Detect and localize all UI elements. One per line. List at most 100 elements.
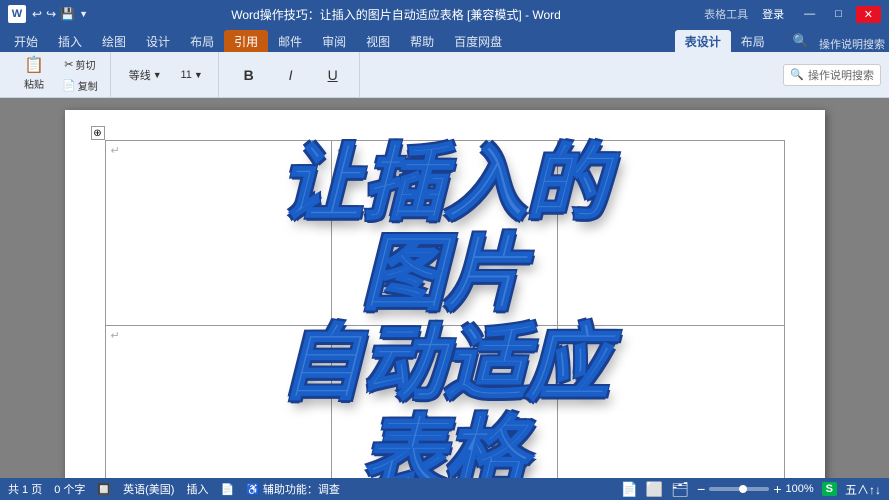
maximize-button[interactable]: □: [829, 6, 848, 22]
search-placeholder: 操作说明搜索: [808, 67, 874, 83]
ribbon-bar: 📋 粘贴 ✂ 剪切 📄 复制 等线 ▼ 11 ▼ B I: [0, 52, 889, 98]
zoom-level: 100%: [786, 483, 814, 495]
table-cell-1-3[interactable]: ↵: [558, 141, 784, 326]
ribbon-label: 表格工具: [704, 6, 748, 22]
tab-baidu[interactable]: 百度网盘: [444, 30, 512, 52]
search-box[interactable]: 🔍 操作说明搜索: [783, 64, 881, 86]
title-bar-right: 表格工具 登录 — □ ✕: [704, 4, 881, 24]
zoom-in-button[interactable]: +: [773, 481, 781, 497]
cell-marker: ↵: [563, 144, 572, 157]
title-bar-left: W ↩ ↪ 💾 ▼: [8, 5, 88, 23]
quick-access-toolbar: ↩ ↪ 💾 ▼: [32, 7, 88, 21]
cell-marker: ↵: [337, 144, 346, 157]
insert-mode: 插入: [186, 481, 208, 497]
zoom-control: − + 100%: [697, 481, 814, 497]
check-icon: 🔲: [97, 483, 111, 496]
font-name-dropdown[interactable]: 等线 ▼: [123, 64, 168, 86]
paste-button[interactable]: 📋 粘贴: [16, 55, 52, 94]
paste-label: 粘贴: [24, 76, 44, 91]
tab-references[interactable]: 引用: [224, 30, 268, 52]
redo-icon[interactable]: ↪: [46, 7, 56, 21]
tab-start[interactable]: 开始: [4, 30, 48, 52]
underline-icon: U: [328, 67, 338, 83]
ribbon-tabs-container: 开始 插入 绘图 设计 布局 引用 邮件 审阅 视图 帮助 百度网盘 表设计 布…: [0, 28, 889, 52]
taskbar-icons: 五∧↑↓: [845, 481, 881, 498]
save-icon[interactable]: 💾: [60, 7, 75, 21]
tab-design[interactable]: 设计: [136, 30, 180, 52]
accessibility-label: 辅助功能：调查: [263, 484, 340, 496]
undo-icon[interactable]: ↩: [32, 7, 42, 21]
copy-icon: 📄: [62, 79, 76, 92]
zoom-out-button[interactable]: −: [697, 481, 705, 497]
document-table[interactable]: ↵ ↵ ↵ ↵ ↵ ↵: [105, 140, 785, 478]
tab-table-design[interactable]: 表设计: [675, 30, 731, 52]
close-button[interactable]: ✕: [856, 6, 881, 23]
font-dropdown-icon: ▼: [153, 70, 162, 80]
copy-label: 复制: [78, 78, 98, 93]
table-container[interactable]: ⊕ ↵ ↵ ↵ ↵: [105, 140, 785, 478]
document-page: ⊕ ↵ ↵ ↵ ↵: [65, 110, 825, 478]
minimize-button[interactable]: —: [798, 6, 821, 22]
accessibility: ♿ 辅助功能：调查: [246, 481, 340, 497]
zoom-slider[interactable]: [709, 487, 769, 491]
cell-marker: ↵: [337, 329, 346, 342]
layout-icon: 📄: [220, 483, 234, 496]
cell-marker: ↵: [111, 329, 120, 342]
table-row: ↵ ↵ ↵: [105, 325, 784, 478]
cell-marker: ↵: [111, 144, 120, 157]
status-bar-right: 📄 ⬜ 🗂 − + 100% S 五∧↑↓: [620, 481, 881, 498]
wps-logo: S: [822, 482, 837, 496]
tab-review[interactable]: 审阅: [312, 30, 356, 52]
cut-icon: ✂: [64, 58, 73, 71]
cut-button[interactable]: ✂ 剪切: [58, 55, 102, 74]
table-cell-1-1[interactable]: ↵: [105, 141, 331, 326]
view-icon-3[interactable]: 🗂: [671, 481, 689, 498]
table-row: ↵ ↵ ↵: [105, 141, 784, 326]
word-logo: W: [8, 5, 26, 23]
word-count: 0 个字: [54, 481, 85, 497]
font-name-label: 等线: [129, 67, 151, 83]
bold-button[interactable]: B: [231, 64, 267, 86]
title-bar: W ↩ ↪ 💾 ▼ Word操作技巧：让插入的图片自动适应表格 [兼容模式] -…: [0, 0, 889, 28]
search-area: 🔍 操作说明搜索: [783, 64, 881, 86]
bold-icon: B: [244, 67, 254, 83]
tab-insert[interactable]: 插入: [48, 30, 92, 52]
table-move-handle[interactable]: ⊕: [91, 126, 105, 140]
dropdown-icon[interactable]: ▼: [79, 9, 88, 19]
copy-button[interactable]: 📄 复制: [58, 76, 102, 95]
underline-button[interactable]: U: [315, 64, 351, 86]
window-title: Word操作技巧：让插入的图片自动适应表格 [兼容模式] - Word: [88, 6, 704, 23]
italic-icon: I: [289, 67, 293, 83]
cut-label: 剪切: [75, 57, 95, 72]
search-label: 操作说明搜索: [819, 36, 885, 52]
font-size-label: 11: [180, 69, 191, 81]
tab-help[interactable]: 帮助: [400, 30, 444, 52]
ribbon-group-font: 等线 ▼ 11 ▼: [115, 52, 219, 97]
status-bar: 共 1 页 0 个字 🔲 英语(美国) 插入 📄 ♿ 辅助功能：调查 📄 ⬜ 🗂…: [0, 478, 889, 500]
zoom-slider-thumb: [739, 485, 747, 493]
page-count: 共 1 页: [8, 481, 42, 497]
tab-view[interactable]: 视图: [356, 30, 400, 52]
italic-button[interactable]: I: [273, 64, 309, 86]
font-size-dropdown[interactable]: 11 ▼: [174, 66, 210, 84]
view-icon-2[interactable]: ⬜: [646, 481, 663, 498]
table-cell-1-2[interactable]: ↵: [331, 141, 557, 326]
table-cell-2-1[interactable]: ↵: [105, 325, 331, 478]
paste-icon: 📋: [24, 58, 44, 74]
tab-draw[interactable]: 绘图: [92, 30, 136, 52]
font-size-dropdown-icon: ▼: [194, 70, 203, 80]
accessibility-icon: ♿: [246, 484, 260, 496]
tab-search-icon[interactable]: 🔍: [783, 30, 819, 52]
table-cell-2-2[interactable]: ↵: [331, 325, 557, 478]
language: 英语(美国): [123, 481, 174, 497]
view-icon-1[interactable]: 📄: [620, 481, 637, 498]
table-cell-2-3[interactable]: ↵: [558, 325, 784, 478]
tab-mail[interactable]: 邮件: [268, 30, 312, 52]
login-button[interactable]: 登录: [756, 4, 790, 24]
ribbon-group-paragraph: B I U: [223, 52, 360, 97]
tab-layout[interactable]: 布局: [180, 30, 224, 52]
document-area: ⊕ ↵ ↵ ↵ ↵: [0, 98, 889, 478]
ribbon-group-clipboard: 📋 粘贴 ✂ 剪切 📄 复制: [8, 52, 111, 97]
tab-table-layout[interactable]: 布局: [731, 30, 775, 52]
cell-marker: ↵: [563, 329, 572, 342]
